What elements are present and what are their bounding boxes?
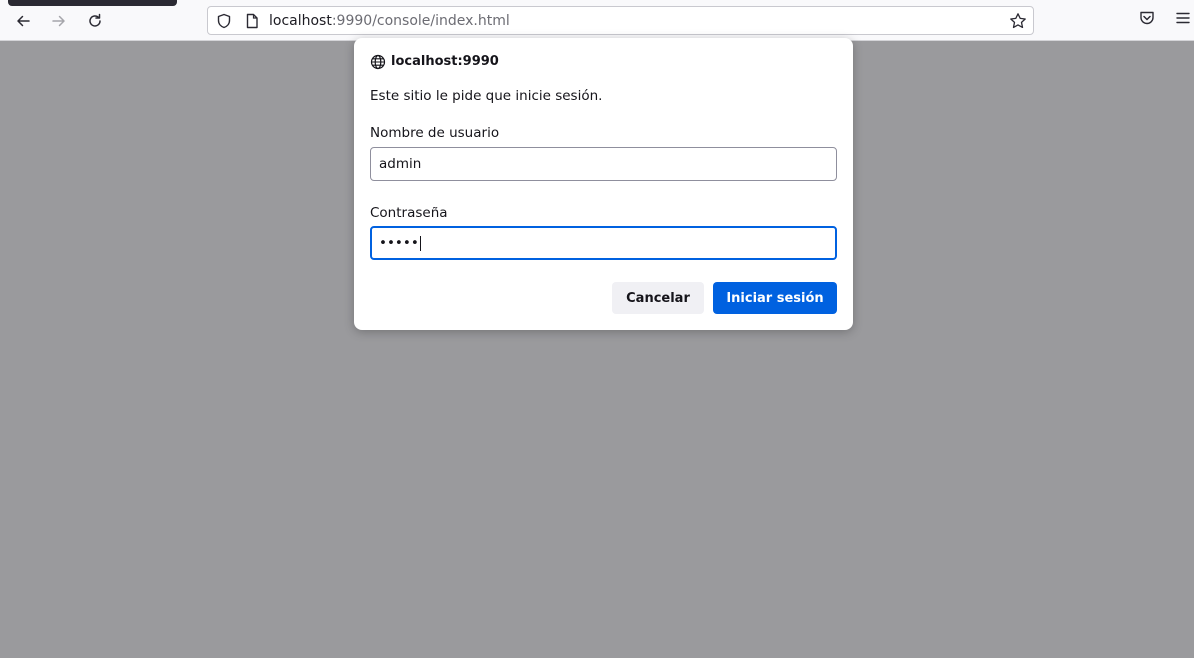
username-field[interactable]: admin — [370, 147, 837, 181]
forward-button[interactable] — [46, 8, 72, 34]
reload-icon — [89, 13, 101, 27]
cancel-button[interactable]: Cancelar — [612, 282, 704, 314]
back-arrow-icon — [17, 15, 30, 27]
url-text[interactable]: localhost:9990/console/index.html — [269, 13, 510, 29]
star-icon[interactable] — [1009, 12, 1027, 30]
dialog-header: localhost:9990 — [370, 54, 499, 70]
reload-button[interactable] — [82, 8, 108, 34]
text-caret — [419, 235, 421, 251]
login-dialog: localhost:9990 Este sitio le pide que in… — [354, 38, 853, 330]
password-field[interactable]: ••••• — [370, 226, 837, 260]
url-path: :9990/console/index.html — [331, 13, 510, 29]
browser-toolbar: localhost:9990/console/index.html — [0, 0, 1194, 41]
password-label: Contraseña — [370, 205, 448, 221]
pocket-icon[interactable] — [1139, 10, 1155, 26]
username-value: admin — [379, 156, 422, 172]
page-icon[interactable] — [245, 13, 259, 29]
globe-icon — [370, 54, 386, 70]
login-button[interactable]: Iniciar sesión — [713, 282, 837, 314]
url-host: localhost — [269, 13, 332, 29]
forward-arrow-icon — [52, 15, 65, 27]
tab-strip-fragment — [8, 0, 177, 6]
password-value: ••••• — [379, 235, 419, 251]
dialog-host: localhost:9990 — [391, 54, 499, 69]
dialog-message: Este sitio le pide que inicie sesión. — [370, 88, 603, 104]
menu-icon[interactable] — [1175, 10, 1191, 26]
shield-icon[interactable] — [216, 13, 232, 29]
back-button[interactable] — [10, 8, 36, 34]
url-bar[interactable]: localhost:9990/console/index.html — [207, 6, 1034, 35]
username-label: Nombre de usuario — [370, 125, 500, 141]
